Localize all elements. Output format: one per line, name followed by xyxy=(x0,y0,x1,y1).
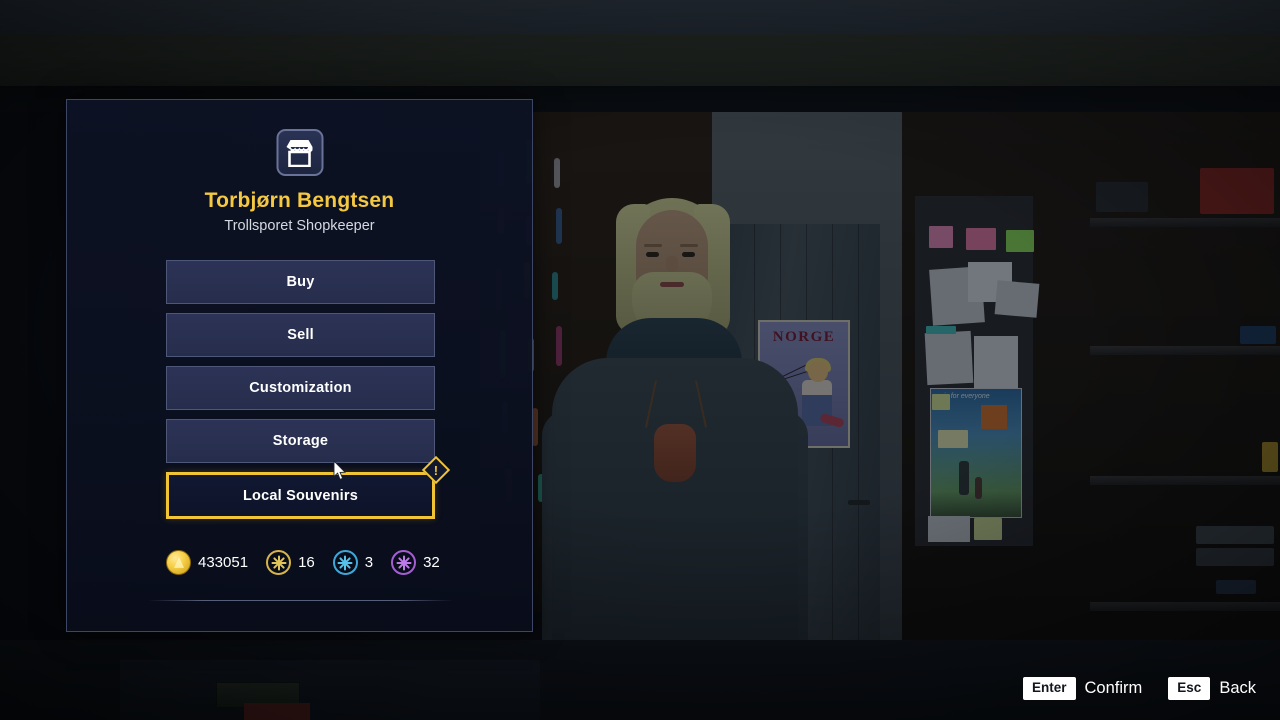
shelving-unit xyxy=(1090,150,1280,698)
key-esc: Esc xyxy=(1168,677,1211,700)
pinned-paper xyxy=(994,280,1040,318)
menu-item-label: Customization xyxy=(249,380,352,396)
currency-gold-token: 16 xyxy=(266,550,315,575)
panel-divider xyxy=(148,600,453,601)
sticky-note xyxy=(1006,230,1034,252)
key-enter: Enter xyxy=(1023,677,1076,700)
hint-label-back: Back xyxy=(1219,679,1256,698)
npc-name: Torbjørn Bengtsen xyxy=(204,189,395,212)
sticky-note xyxy=(932,394,950,410)
pinned-paper xyxy=(974,336,1018,388)
currency-row: 433051 16 3 32 xyxy=(166,550,466,575)
shop-dialog-panel: Torbjørn Bengtsen Trollsporet Shopkeeper… xyxy=(66,99,533,632)
exclamation-icon: ! xyxy=(433,462,439,478)
npc-role: Trollsporet Shopkeeper xyxy=(224,218,375,234)
hint-back[interactable]: Esc Back xyxy=(1168,677,1256,700)
door-handle xyxy=(848,500,870,505)
shop-stall-icon xyxy=(276,129,323,176)
currency-gold: 433051 xyxy=(166,550,248,575)
purple-star-icon xyxy=(391,550,417,575)
currency-value: 433051 xyxy=(198,554,249,571)
currency-value: 16 xyxy=(298,554,315,571)
gold-coin-icon xyxy=(166,550,191,575)
menu-item-local-souvenirs[interactable]: Local Souvenirs ! xyxy=(166,455,451,519)
shop-icon-wrapper xyxy=(276,129,323,176)
mouse-cursor xyxy=(333,459,347,481)
lure-pin xyxy=(926,326,956,334)
menu-item-label: Local Souvenirs xyxy=(242,487,358,504)
sticky-note xyxy=(929,226,953,248)
menu-item-buy[interactable]: Buy xyxy=(166,260,435,304)
currency-value: 32 xyxy=(423,554,440,571)
sticky-note xyxy=(966,228,996,250)
menu-item-label: Sell xyxy=(287,327,314,343)
pinned-paper xyxy=(928,516,970,542)
currency-value: 3 xyxy=(364,554,374,571)
shop-counter xyxy=(120,660,540,720)
control-hints: Enter Confirm Esc Back xyxy=(1023,677,1256,700)
menu-item-sell[interactable]: Sell xyxy=(166,313,435,357)
menu-item-label: Storage xyxy=(272,433,329,449)
hint-label-confirm: Confirm xyxy=(1084,679,1143,698)
sticky-note xyxy=(938,430,968,448)
pinned-paper xyxy=(924,330,974,386)
currency-purple-token: 32 xyxy=(391,550,440,575)
ceiling-beam-upper xyxy=(0,0,1280,34)
currency-blue-token: 3 xyxy=(332,550,374,575)
blue-star-icon xyxy=(332,550,358,575)
shop-menu: Buy Sell Customization Storage Local Sou… xyxy=(166,260,451,528)
menu-item-label: Buy xyxy=(286,274,315,290)
sticky-note xyxy=(974,518,1002,540)
game-screen: NORGE ng is for everyone Torbjørn Bengts… xyxy=(0,0,1280,720)
ceiling-beam-lower xyxy=(0,34,1280,86)
gold-star-icon xyxy=(266,550,292,575)
menu-item-storage[interactable]: Storage xyxy=(166,419,435,463)
hint-confirm[interactable]: Enter Confirm xyxy=(1023,677,1142,700)
menu-item-customization[interactable]: Customization xyxy=(166,366,435,410)
crate xyxy=(244,703,310,720)
